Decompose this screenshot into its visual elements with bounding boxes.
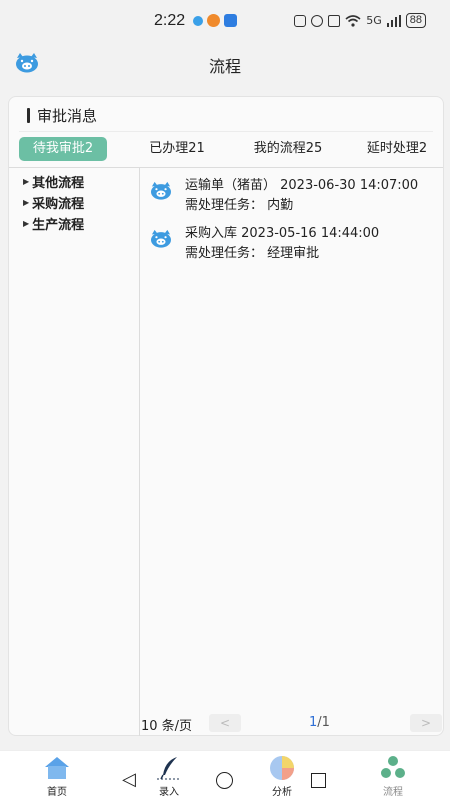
- list-item[interactable]: 运输单（猪苗） 2023-06-30 14:07:00 需处理任务： 内勤: [141, 168, 444, 218]
- orange-app-icon: [207, 14, 220, 27]
- nav-entry-label: 录入: [159, 787, 179, 798]
- item-title: 运输单（猪苗） 2023-06-30 14:07:00: [185, 178, 419, 193]
- pagination: 10 条/页 < 1/1 >: [141, 711, 444, 735]
- nav-analysis[interactable]: 分析: [252, 755, 312, 798]
- caret-right-icon: ▶: [23, 177, 30, 186]
- network-label: 5G: [366, 14, 382, 27]
- tree-item-purchase[interactable]: ▶ 采购流程: [23, 193, 84, 212]
- recycle-flow-icon: [381, 756, 405, 778]
- battery-indicator: 88: [405, 13, 426, 28]
- card-title: 审批消息: [37, 107, 98, 125]
- page-indicator: 1/1: [309, 715, 330, 730]
- feather-pen-icon: [157, 757, 181, 780]
- mute-icon: [328, 14, 341, 27]
- item-title: 采购入库 2023-05-16 14:44:00: [185, 226, 380, 241]
- shield-app-icon: [193, 16, 203, 26]
- total-pages: /1: [317, 715, 330, 730]
- status-indicators: 5G 88: [294, 13, 426, 28]
- approval-list: 运输单（猪苗） 2023-06-30 14:07:00 需处理任务： 内勤 采购…: [141, 168, 444, 708]
- nfc-icon: [294, 14, 307, 27]
- title-accent-bar: [27, 108, 30, 123]
- page-title: 流程: [208, 57, 241, 76]
- tab-delayed[interactable]: 延时处理2: [357, 137, 437, 161]
- signal-icon: [386, 14, 401, 27]
- tab-pending-approval[interactable]: 待我审批2: [19, 137, 107, 161]
- alarm-icon: [311, 14, 324, 27]
- home-icon: [45, 757, 69, 779]
- nav-analysis-label: 分析: [272, 787, 292, 798]
- tree-item-label: 生产流程: [32, 218, 85, 233]
- alipay-app-icon: [224, 14, 237, 27]
- page-size-selector[interactable]: 10 条/页: [141, 715, 192, 734]
- nav-flow[interactable]: 流程: [363, 755, 423, 798]
- system-recents-button[interactable]: [311, 773, 326, 788]
- caret-right-icon: ▶: [23, 198, 30, 207]
- next-page-button[interactable]: >: [410, 714, 442, 732]
- approval-card: 审批消息 待我审批2 已办理21 我的流程25 延时处理2 ▶ 其他流程 ▶ 采…: [8, 96, 444, 736]
- item-task: 需处理任务： 经理审批: [185, 246, 320, 261]
- pig-avatar-icon: [151, 181, 171, 200]
- status-time: 2:22: [154, 12, 186, 29]
- nav-home[interactable]: 首页: [27, 755, 87, 798]
- nav-flow-label: 流程: [383, 787, 403, 798]
- app-header: 流程: [0, 44, 450, 84]
- divider: [19, 131, 433, 132]
- wifi-icon: [345, 14, 361, 27]
- tab-bar: 待我审批2 已办理21 我的流程25 延时处理2: [19, 137, 435, 163]
- pie-chart-icon: [270, 756, 294, 780]
- bottom-nav: 首页 ◁ 录入 分析 流程: [0, 750, 450, 800]
- nav-entry[interactable]: 录入: [139, 755, 199, 798]
- system-back-button[interactable]: ◁: [122, 769, 136, 790]
- tree-item-label: 采购流程: [32, 197, 85, 212]
- tree-item-label: 其他流程: [32, 176, 85, 191]
- tab-my-flows[interactable]: 我的流程25: [241, 137, 335, 161]
- prev-page-button[interactable]: <: [209, 714, 241, 732]
- status-app-icons: [193, 14, 237, 27]
- nav-home-label: 首页: [47, 787, 67, 798]
- status-bar: 2:22 5G 88: [0, 0, 450, 44]
- flow-category-tree: ▶ 其他流程 ▶ 采购流程 ▶ 生产流程: [9, 168, 140, 736]
- card-header: 审批消息: [27, 105, 97, 126]
- caret-right-icon: ▶: [23, 219, 30, 228]
- tree-item-production[interactable]: ▶ 生产流程: [23, 214, 84, 233]
- tab-processed[interactable]: 已办理21: [135, 137, 219, 161]
- item-task: 需处理任务： 内勤: [185, 198, 294, 213]
- tree-item-other[interactable]: ▶ 其他流程: [23, 172, 84, 191]
- pig-avatar-icon: [151, 229, 171, 248]
- list-item[interactable]: 采购入库 2023-05-16 14:44:00 需处理任务： 经理审批: [141, 216, 444, 266]
- system-home-button[interactable]: [216, 772, 233, 789]
